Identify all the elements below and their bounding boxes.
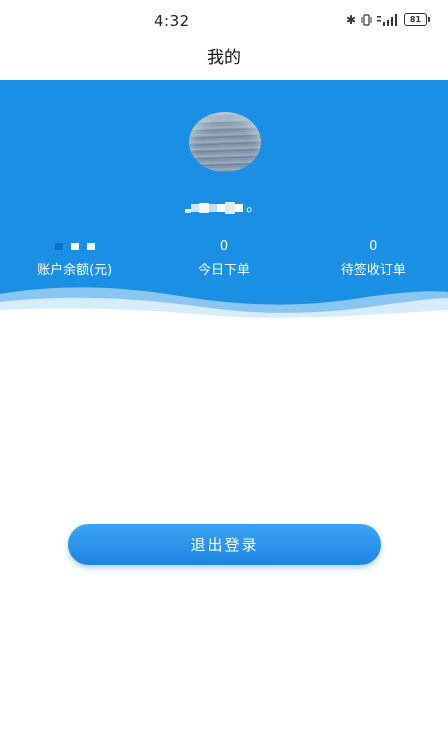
stats-row: 账户余额(元) 0 今日下单 0 待签收订单 <box>0 238 448 278</box>
username-mosaic <box>184 197 243 216</box>
stat-today-orders-value: 0 <box>219 239 229 254</box>
status-icons: ✱ 81 <box>346 13 430 26</box>
username-suffix: 。 <box>245 196 263 215</box>
page-title: 我的 <box>207 48 241 68</box>
stat-balance[interactable]: 账户余额(元) <box>0 238 149 278</box>
status-bar: 4:32 ✱ 81 <box>0 0 448 42</box>
stat-pending-receipt[interactable]: 0 待签收订单 <box>299 238 448 278</box>
stat-today-orders-label: 今日下单 <box>197 263 250 278</box>
stat-balance-label: 账户余额(元) <box>37 263 113 278</box>
stat-pending-receipt-value: 0 <box>369 239 378 254</box>
status-time: 4:32 <box>154 12 190 30</box>
bluetooth-icon: ✱ <box>345 12 356 27</box>
profile-panel: 。 账户余额(元) 0 今日下单 0 待签收订单 <box>0 80 448 320</box>
page-header: 我的 <box>0 42 448 80</box>
vibrate-icon <box>361 13 372 26</box>
logout-button[interactable]: 退出登录 <box>68 524 381 565</box>
my-page: 4:32 ✱ 81 我的 。 账户余额(元) 0 今日下单 0 待签收订单 退出… <box>0 0 448 746</box>
signal-icon <box>377 13 397 26</box>
stat-today-orders[interactable]: 0 今日下单 <box>149 238 298 278</box>
username: 。 <box>0 192 448 216</box>
battery-level: 81 <box>404 13 427 26</box>
stat-balance-value <box>0 238 149 256</box>
stat-pending-receipt-label: 待签收订单 <box>340 263 406 278</box>
battery-icon: 81 <box>404 13 430 26</box>
avatar[interactable] <box>189 112 261 172</box>
wave-decoration <box>0 287 448 320</box>
